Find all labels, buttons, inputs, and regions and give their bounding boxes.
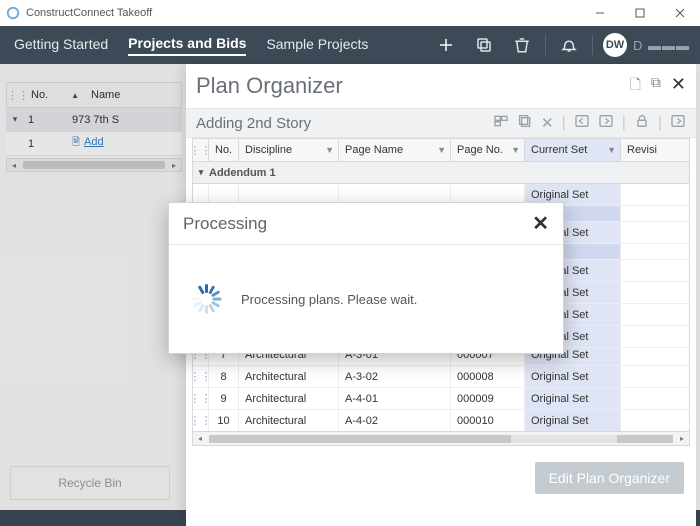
col-header-revision[interactable]: Revisi xyxy=(621,139,689,161)
grid-cell-no: 10 xyxy=(209,410,239,431)
col-header-no[interactable]: No. xyxy=(209,139,239,161)
panel-subtitle: Adding 2nd Story xyxy=(196,115,493,132)
copy-button[interactable] xyxy=(465,26,503,64)
separator: | xyxy=(658,114,662,132)
grid-group-row[interactable]: ▾ Addendum 1 xyxy=(193,162,689,184)
grid-cell-page-name: A-4-01 xyxy=(339,388,451,409)
grid-cell-page-no: 000008 xyxy=(451,366,525,387)
col-header-page-no[interactable]: Page No.▼ xyxy=(451,139,525,161)
main-navbar: Getting Started Projects and Bids Sample… xyxy=(0,26,700,64)
panel-title: Plan Organizer xyxy=(196,73,630,99)
modal-title: Processing xyxy=(183,214,532,234)
grid-header-row: ⋮⋮ No. Discipline▼ Page Name▼ Page No.▼ … xyxy=(192,138,690,162)
delete-icon[interactable]: ✕ xyxy=(541,114,554,132)
grid-cell-current-set: Original Set xyxy=(525,366,621,387)
copy-icon[interactable] xyxy=(517,113,533,134)
modal-close-button[interactable]: ✕ xyxy=(532,211,549,236)
grid-cell-discipline: Architectural xyxy=(239,366,339,387)
filter-icon[interactable]: ▼ xyxy=(325,145,334,155)
drag-handle-icon[interactable]: ⋮⋮ xyxy=(193,388,209,409)
modal-message: Processing plans. Please wait. xyxy=(241,292,417,307)
grid-cell-page-no: 000010 xyxy=(451,410,525,431)
grid-horizontal-scrollbar[interactable]: ◂ ▸ xyxy=(192,432,690,446)
edit-plan-organizer-button[interactable]: Edit Plan Organizer xyxy=(535,462,684,494)
delete-button[interactable] xyxy=(503,26,541,64)
drag-handle-icon: ⋮⋮ xyxy=(193,139,209,161)
organize-icon[interactable] xyxy=(493,113,509,134)
user-name-label: D ▬▬▬ xyxy=(633,38,690,53)
grid-cell-current-set: Original Set xyxy=(525,410,621,431)
duplicate-page-icon[interactable]: ⧉ xyxy=(651,74,661,98)
grid-row[interactable]: ⋮⋮10ArchitecturalA-4-02000010Original Se… xyxy=(193,410,689,432)
drag-handle-icon[interactable]: ⋮⋮ xyxy=(193,410,209,431)
grid-cell-page-name: A-3-02 xyxy=(339,366,451,387)
export-icon[interactable] xyxy=(670,113,686,134)
grid-row[interactable]: ⋮⋮9ArchitecturalA-4-01000009Original Set xyxy=(193,388,689,410)
group-label: Addendum 1 xyxy=(209,167,276,179)
grid-cell-discipline: Architectural xyxy=(239,388,339,409)
grid-cell-page-name: A-4-02 xyxy=(339,410,451,431)
scroll-left-icon[interactable]: ◂ xyxy=(193,434,207,443)
add-button[interactable] xyxy=(427,26,465,64)
window-maximize-button[interactable] xyxy=(620,0,660,26)
prev-image-icon[interactable] xyxy=(574,113,590,134)
next-image-icon[interactable] xyxy=(598,113,614,134)
filter-icon[interactable]: ▼ xyxy=(437,145,446,155)
col-header-discipline[interactable]: Discipline▼ xyxy=(239,139,339,161)
separator: | xyxy=(562,114,566,132)
processing-modal: Processing ✕ Processing plans. Please wa… xyxy=(168,202,564,354)
collapse-caret-icon[interactable]: ▾ xyxy=(193,167,209,178)
drag-handle-icon[interactable]: ⋮⋮ xyxy=(193,366,209,387)
grid-row[interactable]: ⋮⋮8ArchitecturalA-3-02000008Original Set xyxy=(193,366,689,388)
close-panel-button[interactable]: ✕ xyxy=(671,74,686,98)
notifications-button[interactable] xyxy=(550,26,588,64)
grid-cell-discipline: Architectural xyxy=(239,410,339,431)
col-header-current-set[interactable]: Current Set▼ xyxy=(525,139,621,161)
window-close-button[interactable] xyxy=(660,0,700,26)
loading-spinner-icon xyxy=(191,284,221,314)
nav-getting-started[interactable]: Getting Started xyxy=(14,36,108,55)
col-header-page-name[interactable]: Page Name▼ xyxy=(339,139,451,161)
separator: | xyxy=(622,114,626,132)
app-icon xyxy=(6,6,20,20)
user-avatar[interactable]: DW xyxy=(603,33,627,57)
grid-cell-no: 8 xyxy=(209,366,239,387)
nav-sample-projects[interactable]: Sample Projects xyxy=(266,36,368,55)
grid-cell-current-set: Original Set xyxy=(525,388,621,409)
filter-icon[interactable]: ▼ xyxy=(511,145,520,155)
grid-cell-no: 9 xyxy=(209,388,239,409)
app-body: ⋮⋮ No.▲ Name ▾ 1 973 7th S 1 🗎Add ◂▸ Rec… xyxy=(0,64,700,526)
nav-projects-and-bids[interactable]: Projects and Bids xyxy=(128,35,246,56)
filter-icon[interactable]: ▼ xyxy=(607,145,616,155)
grid-cell-page-no: 000009 xyxy=(451,388,525,409)
window-titlebar: ConstructConnect Takeoff xyxy=(0,0,700,26)
new-page-icon[interactable]: 🗋 xyxy=(630,74,641,98)
window-title: ConstructConnect Takeoff xyxy=(26,7,580,19)
lock-icon[interactable] xyxy=(634,113,650,134)
window-minimize-button[interactable] xyxy=(580,0,620,26)
scroll-right-icon[interactable]: ▸ xyxy=(675,434,689,443)
